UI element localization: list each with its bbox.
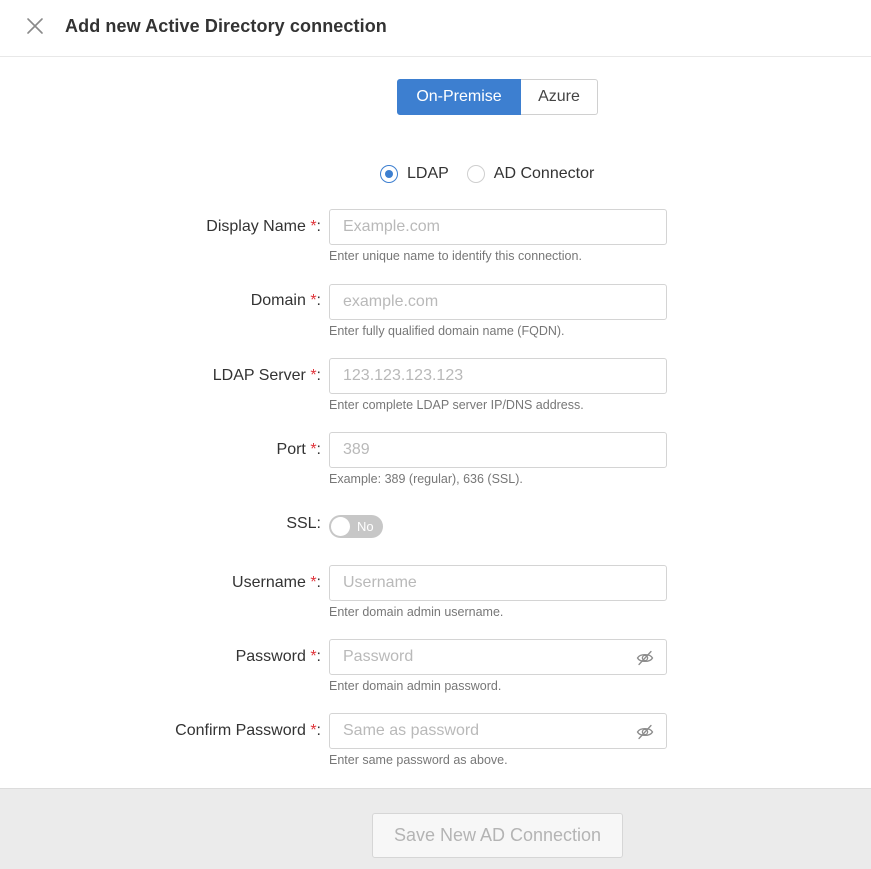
radio-ldap-label: LDAP — [407, 165, 449, 182]
port-input[interactable] — [330, 433, 666, 467]
port-field — [329, 432, 667, 468]
display-name-field — [329, 209, 667, 245]
domain-field — [329, 284, 667, 320]
segment-on-premise[interactable]: On-Premise — [397, 79, 521, 115]
dialog-header: Add new Active Directory connection — [0, 0, 871, 57]
username-field — [329, 565, 667, 601]
username-help: Enter domain admin username. — [329, 605, 504, 619]
ldap-server-help: Enter complete LDAP server IP/DNS addres… — [329, 398, 584, 412]
password-field — [329, 639, 667, 675]
ssl-toggle[interactable]: No — [329, 515, 383, 538]
port-help: Example: 389 (regular), 636 (SSL). — [329, 472, 523, 486]
display-name-help: Enter unique name to identify this conne… — [329, 249, 582, 263]
password-label: Password *: — [235, 648, 321, 665]
confirm-password-input[interactable] — [330, 714, 666, 748]
environment-segmented-control: On-Premise Azure — [397, 79, 598, 115]
username-label: Username *: — [232, 574, 321, 591]
ldap-server-input[interactable] — [330, 359, 666, 393]
ssl-label: SSL: — [286, 515, 321, 532]
password-input[interactable] — [330, 640, 666, 674]
eye-slash-icon[interactable] — [636, 723, 654, 741]
save-connection-button[interactable]: Save New AD Connection — [372, 813, 623, 858]
dialog-footer: Save New AD Connection — [0, 788, 871, 869]
ldap-server-label: LDAP Server *: — [212, 367, 321, 384]
confirm-password-label: Confirm Password *: — [175, 722, 321, 739]
port-label: Port *: — [276, 441, 321, 458]
radio-unchecked-icon — [466, 165, 485, 183]
toggle-knob — [331, 517, 350, 536]
ssl-toggle-state: No — [357, 519, 374, 534]
password-help: Enter domain admin password. — [329, 679, 502, 693]
connection-type-radio-group: LDAP AD Connector — [380, 163, 594, 185]
radio-ad-connector-label: AD Connector — [493, 165, 595, 182]
domain-label: Domain *: — [250, 292, 321, 309]
eye-slash-icon[interactable] — [636, 649, 654, 667]
domain-input[interactable] — [330, 285, 666, 319]
close-icon[interactable] — [24, 15, 46, 37]
username-input[interactable] — [330, 566, 666, 600]
display-name-input[interactable] — [330, 210, 666, 244]
confirm-password-field — [329, 713, 667, 749]
radio-checked-icon — [380, 165, 398, 183]
dialog-title: Add new Active Directory connection — [65, 16, 387, 36]
confirm-password-help: Enter same password as above. — [329, 753, 508, 767]
segment-azure[interactable]: Azure — [521, 79, 598, 115]
radio-ldap[interactable]: LDAP — [380, 165, 449, 183]
display-name-label: Display Name *: — [206, 218, 321, 235]
radio-ad-connector[interactable]: AD Connector — [466, 165, 595, 183]
domain-help: Enter fully qualified domain name (FQDN)… — [329, 324, 565, 338]
ldap-server-field — [329, 358, 667, 394]
